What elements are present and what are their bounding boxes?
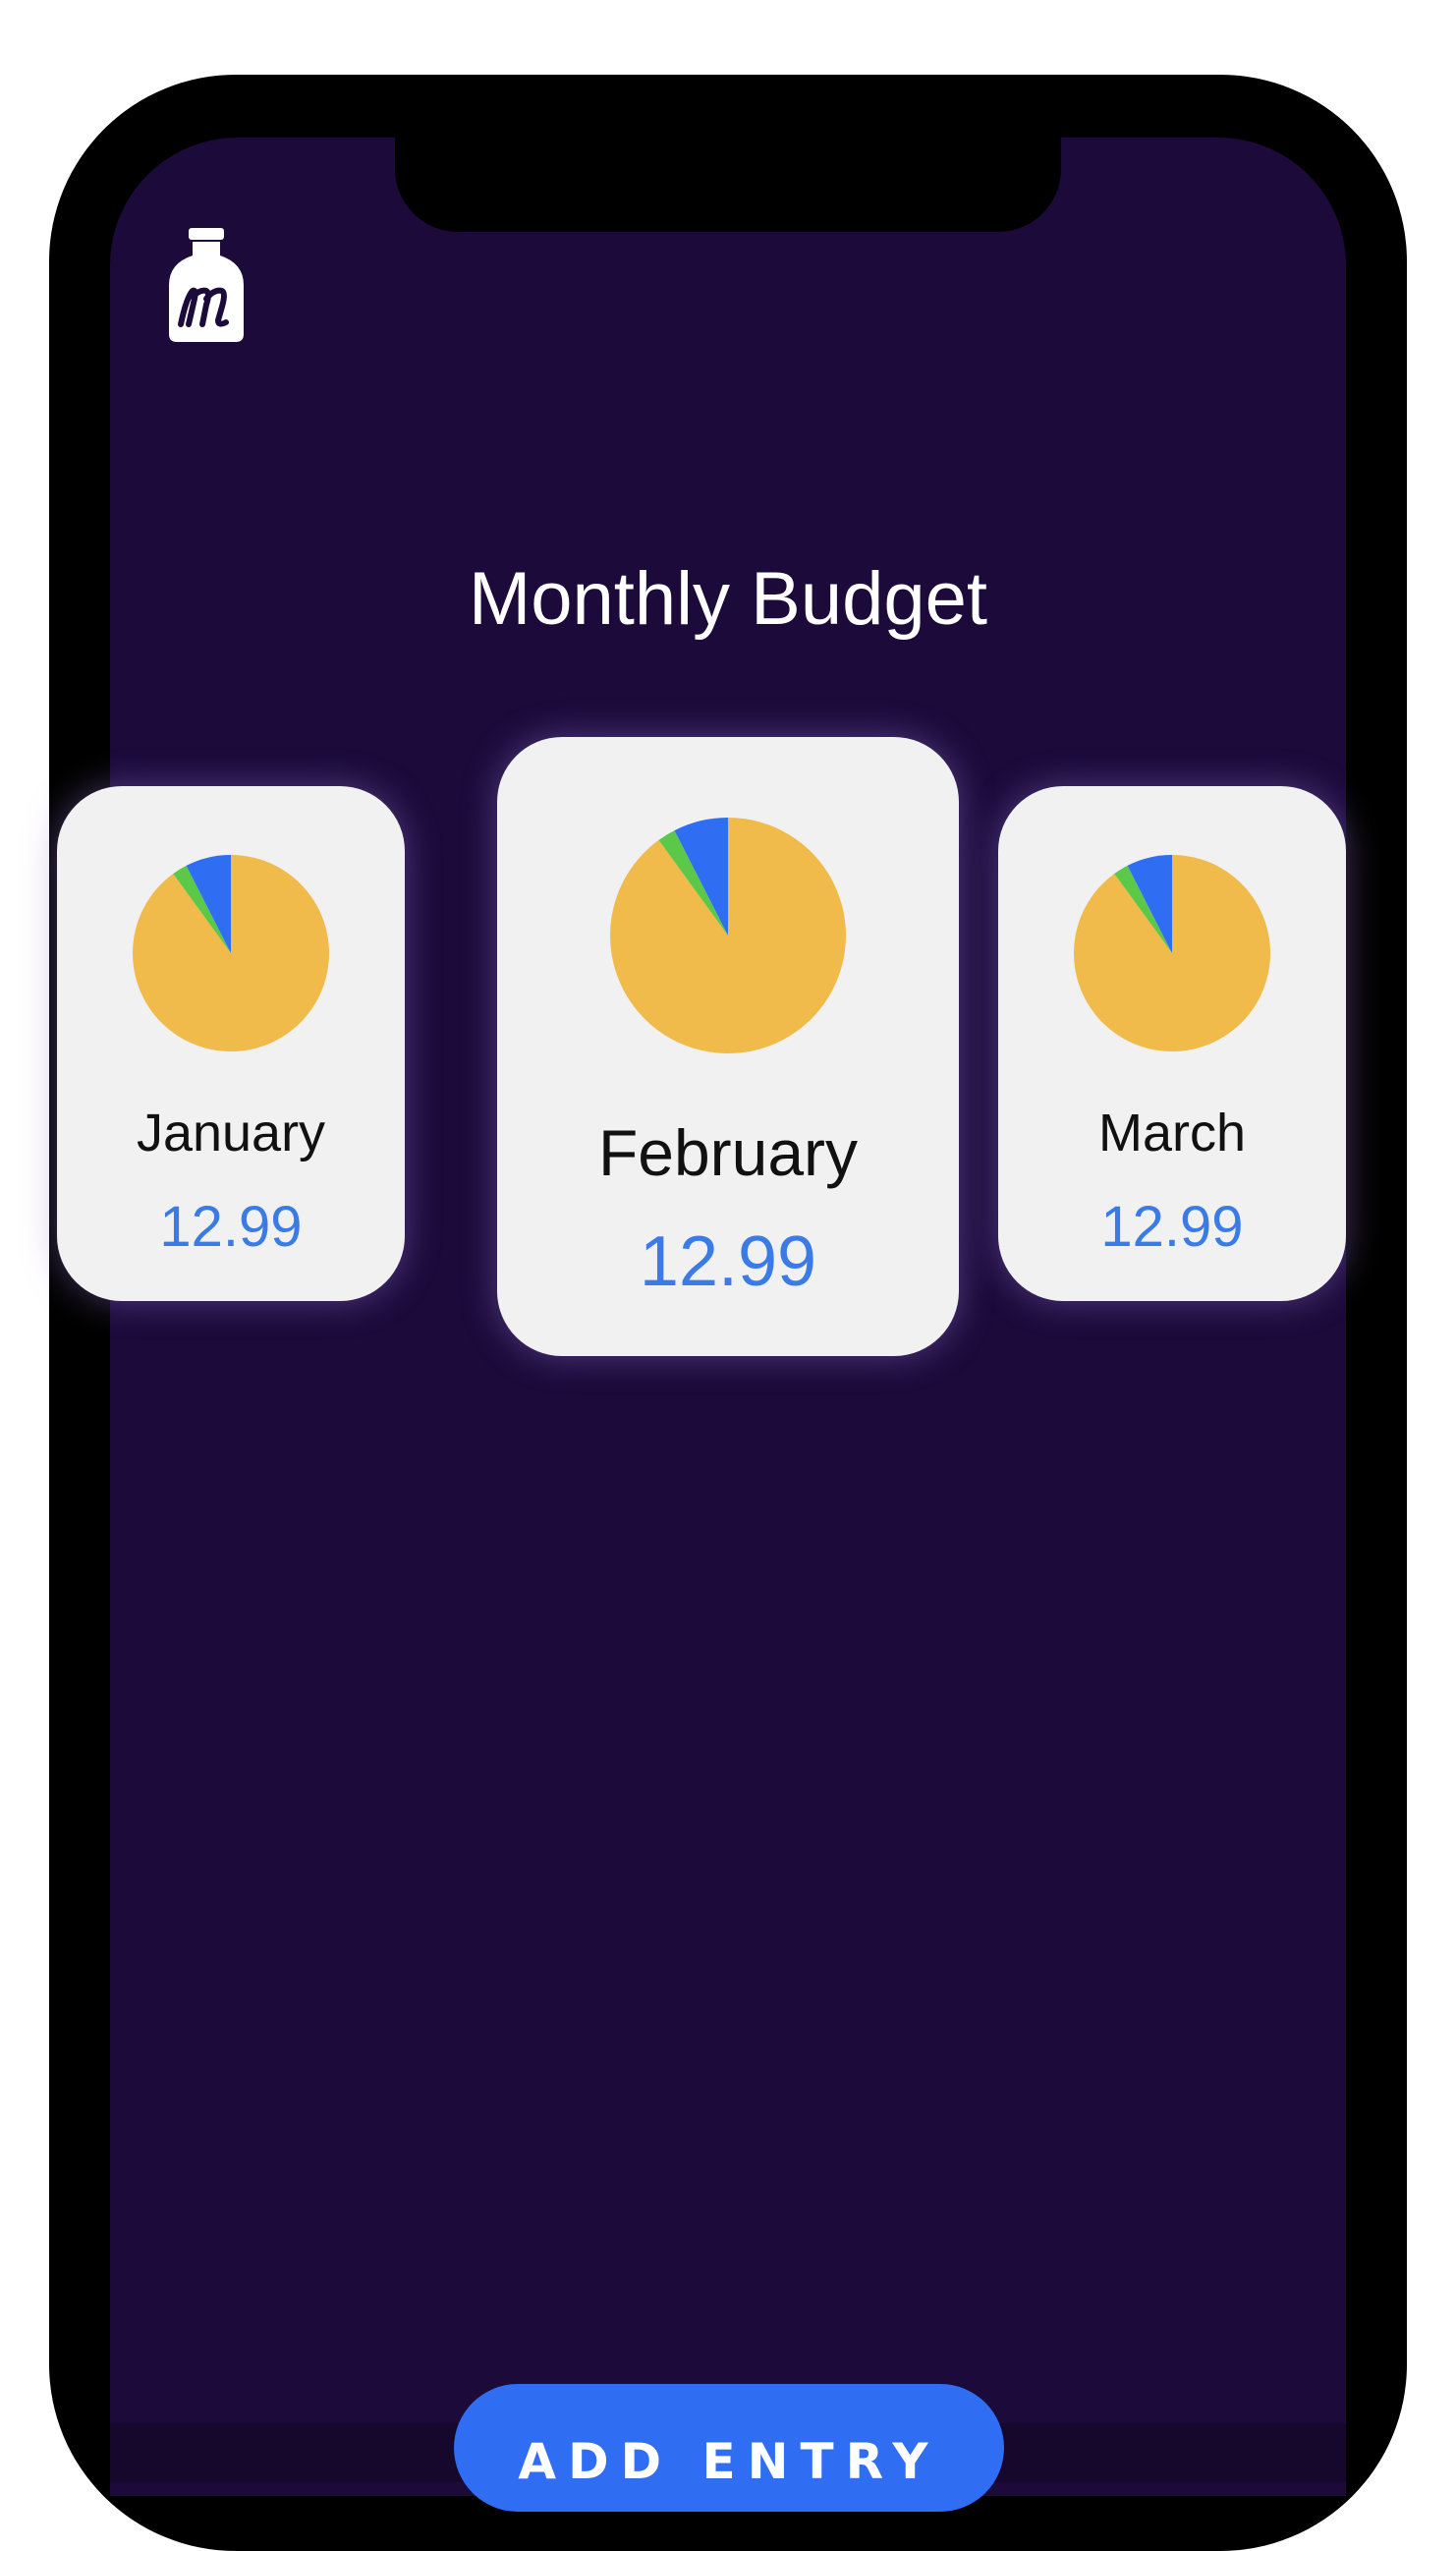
month-card-march[interactable]: March 12.99 — [998, 786, 1346, 1301]
add-entry-button[interactable]: ADD ENTRY — [454, 2384, 1004, 2512]
month-amount: 12.99 — [639, 1222, 817, 1301]
pie-chart — [1074, 855, 1270, 1051]
month-amount: 12.99 — [1100, 1195, 1244, 1259]
page-title: Monthly Budget — [468, 557, 988, 641]
month-label: January — [136, 1104, 326, 1162]
month-label: March — [1097, 1104, 1247, 1162]
month-amount: 12.99 — [159, 1195, 303, 1259]
pie-chart — [610, 818, 846, 1053]
month-card-january[interactable]: January 12.99 — [57, 786, 405, 1301]
jar-m-logo-icon[interactable] — [167, 228, 246, 344]
month-label: February — [597, 1116, 859, 1189]
device-notch — [395, 138, 1061, 232]
month-card-february[interactable]: February 12.99 — [497, 737, 959, 1356]
pie-chart — [133, 855, 329, 1051]
